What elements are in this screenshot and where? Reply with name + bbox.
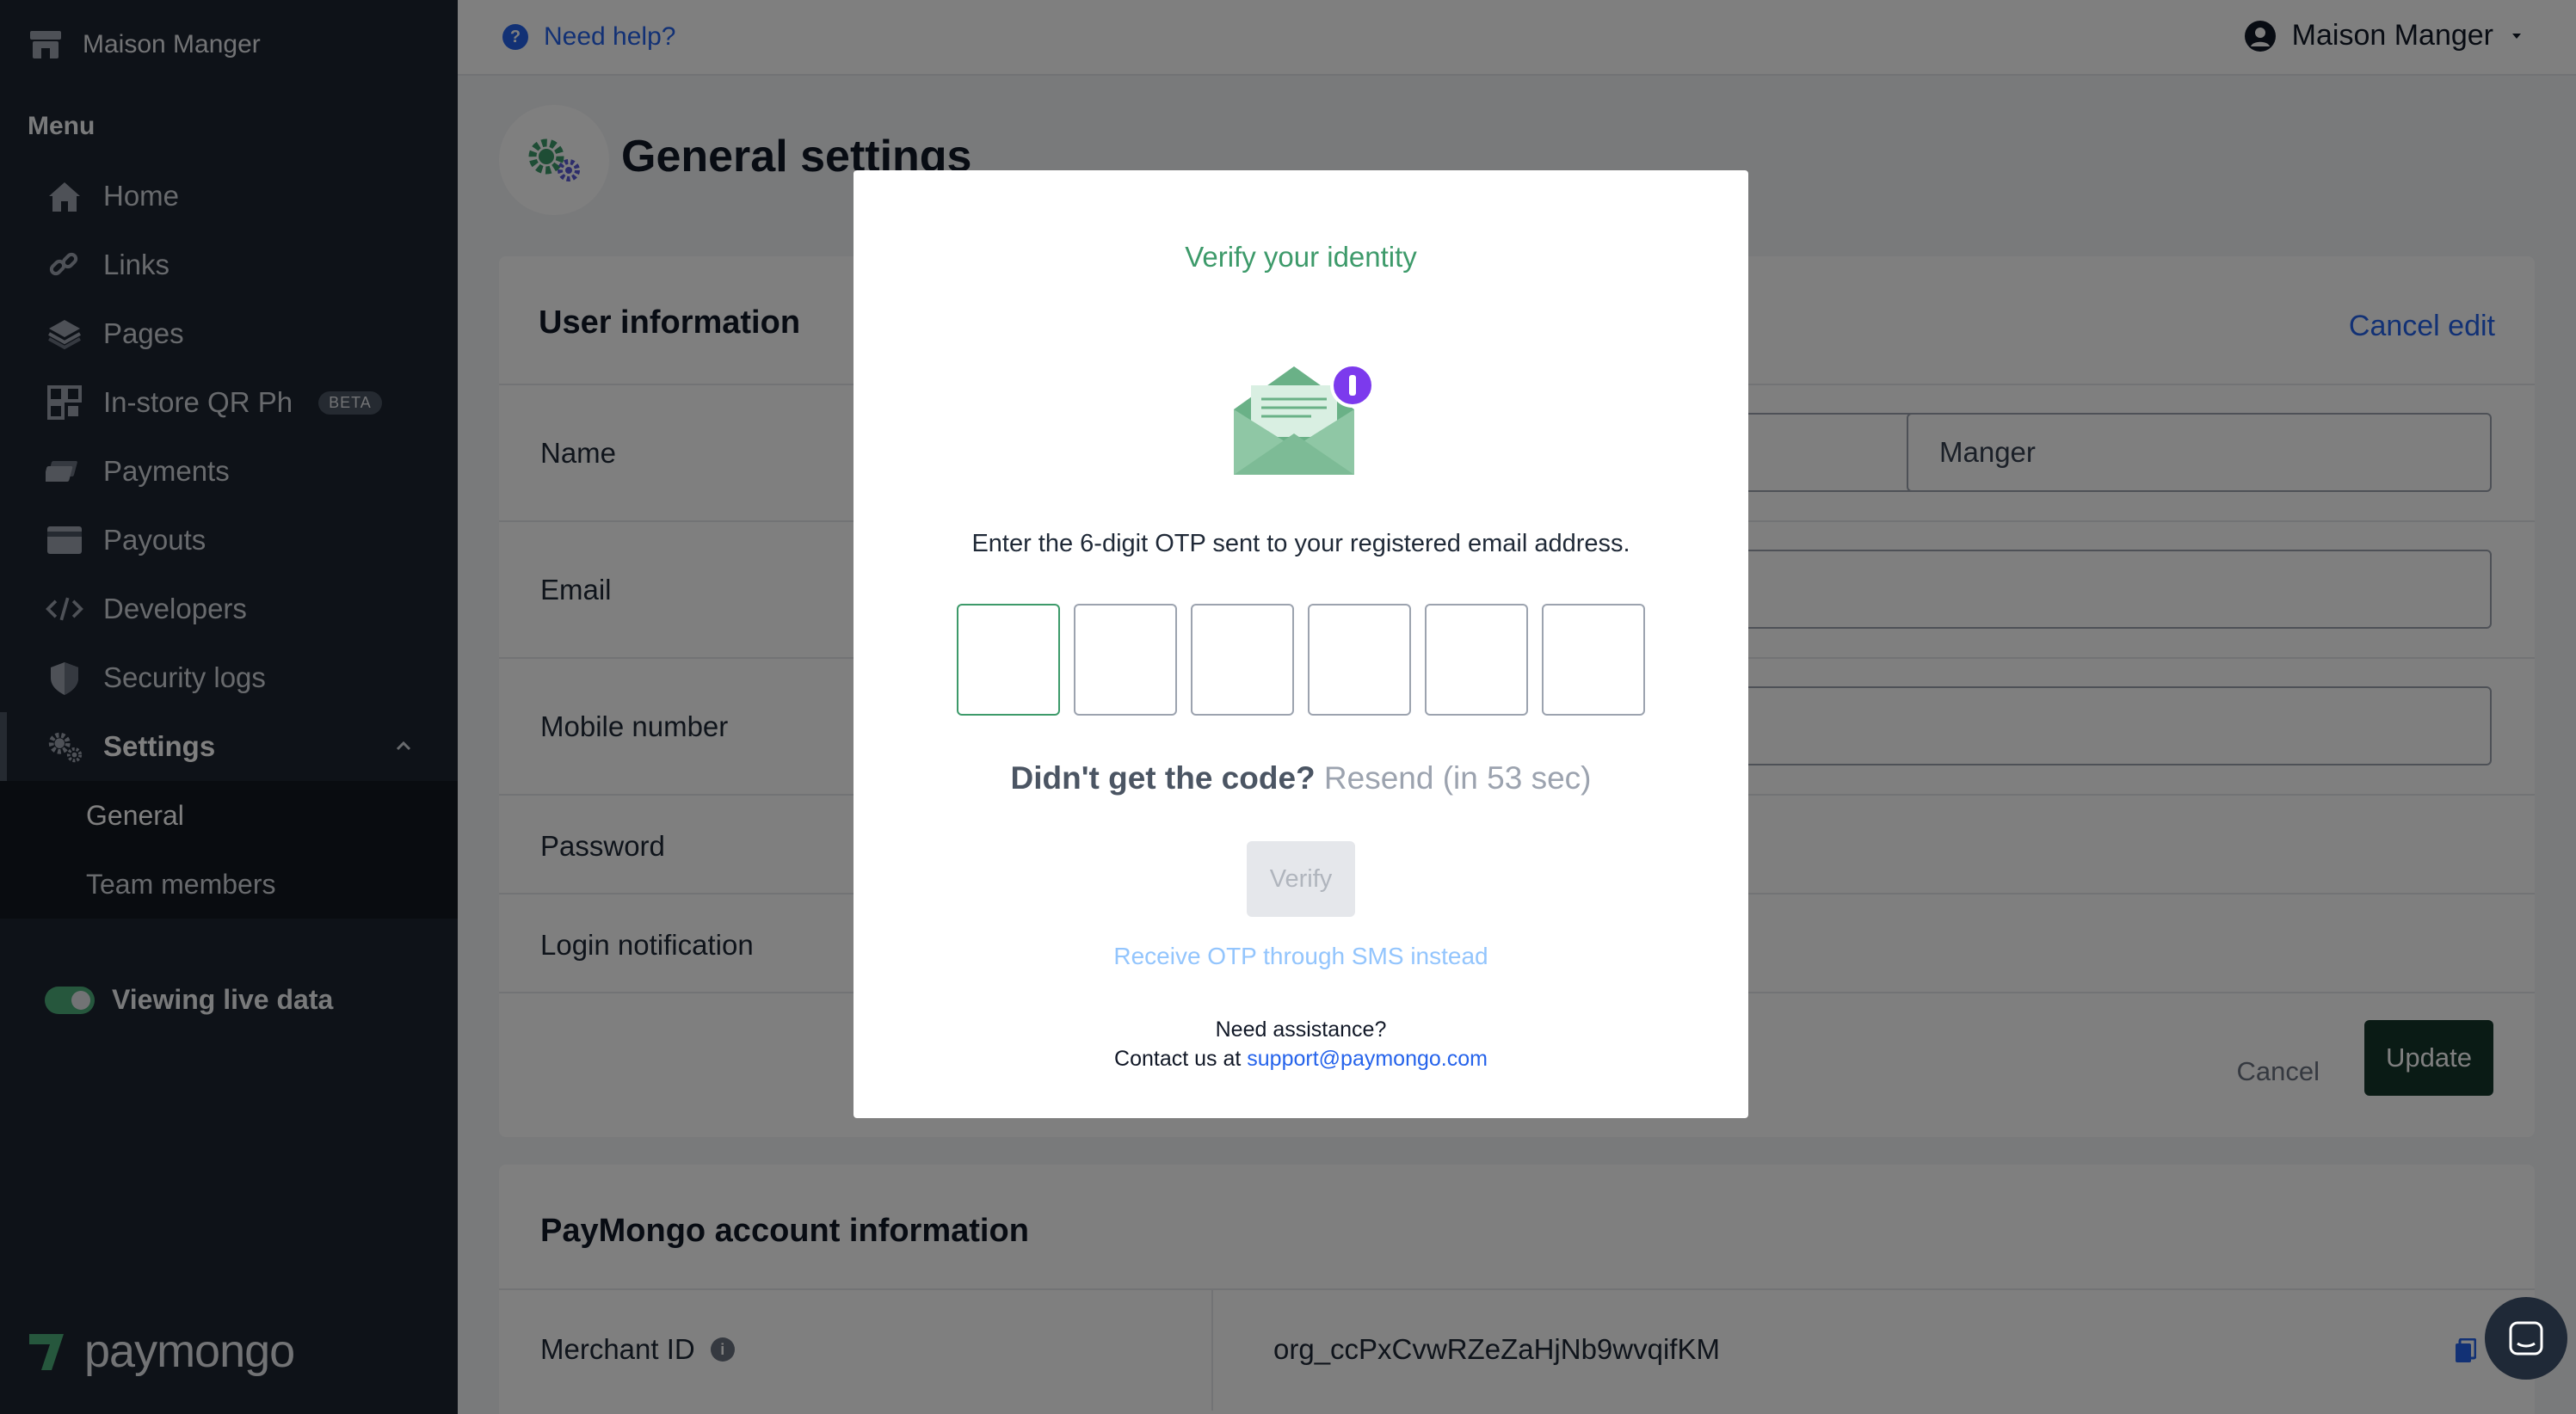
verify-button[interactable]: Verify [1247, 841, 1355, 917]
contact-line: Contact us at support@paymongo.com [854, 1044, 1748, 1073]
otp-input-group [957, 604, 1645, 716]
otp-digit-5[interactable] [1425, 604, 1528, 716]
modal-title: Verify your identity [1185, 241, 1417, 273]
resend-row: Didn't get the code? Resend (in 53 sec) [854, 760, 1748, 796]
chat-icon [2509, 1321, 2543, 1356]
otp-digit-1[interactable] [957, 604, 1060, 716]
assistance-text: Need assistance? Contact us at support@p… [854, 1015, 1748, 1073]
otp-digit-3[interactable] [1191, 604, 1294, 716]
sms-otp-link[interactable]: Receive OTP through SMS instead [854, 943, 1748, 970]
assistance-line: Need assistance? [1215, 1017, 1387, 1042]
envelope-icon [1234, 363, 1375, 475]
otp-digit-4[interactable] [1308, 604, 1411, 716]
chat-launcher-button[interactable] [2485, 1297, 2567, 1380]
support-email-link[interactable]: support@paymongo.com [1247, 1047, 1488, 1071]
otp-instruction: Enter the 6-digit OTP sent to your regis… [971, 530, 1630, 557]
otp-digit-2[interactable] [1074, 604, 1177, 716]
contact-prefix: Contact us at [1114, 1047, 1242, 1071]
verify-identity-modal: Verify your identity Enter the 6-digit O… [854, 170, 1748, 1118]
resend-question: Didn't get the code? [1010, 760, 1316, 796]
resend-link[interactable]: Resend (in 53 sec) [1324, 760, 1592, 796]
otp-digit-6[interactable] [1542, 604, 1645, 716]
